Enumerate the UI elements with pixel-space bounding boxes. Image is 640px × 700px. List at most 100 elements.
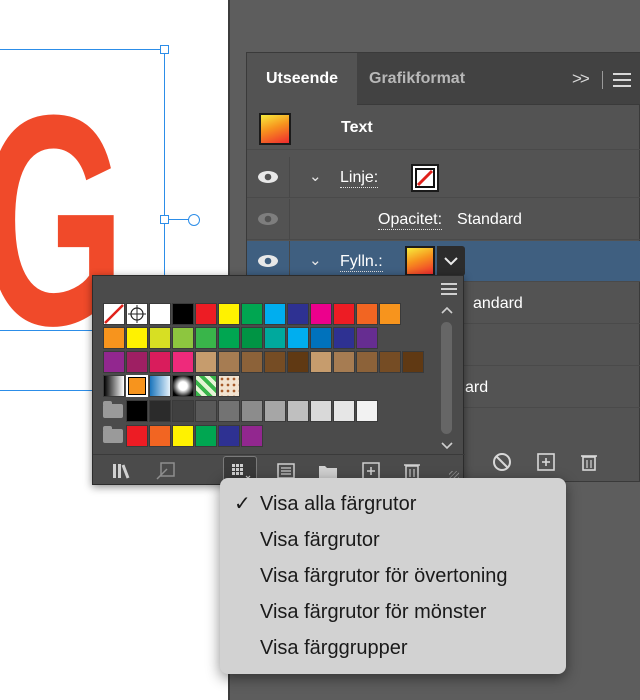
color-swatch[interactable] [126,327,148,349]
color-swatch[interactable] [149,425,171,447]
appearance-header-row[interactable]: Text [247,106,640,150]
color-swatch[interactable] [264,351,286,373]
color-swatch[interactable] [195,400,217,422]
menu-item-show-color-groups[interactable]: Visa färggrupper [220,630,566,666]
no-symbol-icon[interactable] [491,451,513,473]
color-swatch[interactable] [356,351,378,373]
list-view-icon[interactable] [441,283,457,298]
menu-item-show-all-swatches[interactable]: ✓ Visa alla färgrutor [220,486,566,522]
color-swatch[interactable] [218,400,240,422]
place-swatches-icon[interactable] [155,461,177,481]
color-swatch[interactable] [264,327,286,349]
color-swatch[interactable] [149,327,171,349]
add-new-icon[interactable] [535,451,557,473]
chevron-down-icon[interactable]: ⌄ [309,251,322,269]
color-swatch[interactable] [241,425,263,447]
color-swatch[interactable] [103,327,125,349]
eye-icon[interactable] [257,167,279,187]
color-swatch[interactable] [310,303,332,325]
color-swatch[interactable] [333,351,355,373]
color-swatch[interactable] [172,303,194,325]
scrollbar-thumb[interactable] [441,322,452,434]
color-swatch[interactable] [195,303,217,325]
swatch-gradient-bw[interactable] [103,375,125,397]
color-swatch[interactable] [287,327,309,349]
color-swatch[interactable] [241,400,263,422]
color-swatch[interactable] [126,425,148,447]
color-swatch[interactable] [218,303,240,325]
color-swatch[interactable] [310,351,332,373]
text-out-port[interactable] [188,214,200,226]
menu-item-show-color-swatches[interactable]: Visa färgrutor [220,522,566,558]
color-swatch[interactable] [287,303,309,325]
folder-icon[interactable] [103,401,123,418]
color-swatch[interactable] [172,425,194,447]
stroke-opacity-row[interactable]: Opacitet: Standard [247,199,640,240]
fill-swatch-dropdown[interactable] [437,246,465,276]
swatch-gradient-orange[interactable] [126,375,148,397]
color-swatch[interactable] [126,351,148,373]
stroke-row[interactable]: ⌄ Linje: [247,157,640,198]
color-swatch[interactable] [218,327,240,349]
hamburger-icon[interactable] [613,73,631,91]
color-swatch[interactable] [126,400,148,422]
color-swatch[interactable] [333,327,355,349]
tab-appearance[interactable]: Utseende [247,53,357,105]
swatch-scrollbar[interactable] [438,304,456,456]
fill-label[interactable]: Fylln.: [340,253,383,272]
color-swatch[interactable] [172,327,194,349]
stroke-label[interactable]: Linje: [340,169,379,188]
color-swatch[interactable] [379,303,401,325]
color-swatch[interactable] [310,400,332,422]
selection-handle-top-right[interactable] [160,45,169,54]
color-swatch[interactable] [264,400,286,422]
menu-item-show-pattern-swatches[interactable]: Visa färgrutor för mönster [220,594,566,630]
swatch-registration[interactable] [126,303,148,325]
eye-icon-dimmed[interactable] [257,209,279,229]
color-swatch[interactable] [333,400,355,422]
swatch-gradient-radial[interactable] [172,375,194,397]
color-swatch[interactable] [379,351,401,373]
trash-icon[interactable] [578,451,600,473]
color-swatch[interactable] [103,351,125,373]
color-swatch[interactable] [172,400,194,422]
scroll-up-icon[interactable] [440,304,454,318]
selection-handle-mid-right[interactable] [160,215,169,224]
swatch-gradient-blue[interactable] [149,375,171,397]
color-swatch[interactable] [195,327,217,349]
color-swatch[interactable] [333,303,355,325]
swatch-pattern-dots[interactable] [218,375,240,397]
fill-swatch[interactable] [405,246,435,276]
swatch-none[interactable] [103,303,125,325]
color-swatch[interactable] [310,327,332,349]
color-swatch[interactable] [287,351,309,373]
color-swatch[interactable] [241,303,263,325]
color-swatch[interactable] [218,425,240,447]
opacity-label[interactable]: Opacitet: [378,211,443,230]
swatch-libraries-icon[interactable] [111,461,133,481]
scroll-down-icon[interactable] [440,440,454,454]
stroke-swatch[interactable] [411,164,439,192]
color-swatch[interactable] [149,303,171,325]
chevron-down-icon[interactable]: ⌄ [309,167,322,185]
color-swatch[interactable] [149,351,171,373]
color-swatch[interactable] [218,351,240,373]
color-swatch[interactable] [356,303,378,325]
color-swatch[interactable] [195,351,217,373]
menu-item-show-gradient-swatches[interactable]: Visa färgrutor för övertoning [220,558,566,594]
color-swatch[interactable] [241,327,263,349]
color-swatch[interactable] [402,351,424,373]
double-chevron-right-icon[interactable]: >> [572,69,590,89]
color-swatch[interactable] [195,425,217,447]
color-swatch[interactable] [264,303,286,325]
eye-icon[interactable] [257,251,279,271]
color-swatch[interactable] [356,400,378,422]
color-swatch[interactable] [149,400,171,422]
tab-graphic-styles[interactable]: Grafikformat [369,53,465,105]
color-swatch[interactable] [241,351,263,373]
folder-icon[interactable] [103,426,123,443]
color-swatch[interactable] [356,327,378,349]
swatch-pattern-leaves[interactable] [195,375,217,397]
color-swatch[interactable] [172,351,194,373]
color-swatch[interactable] [287,400,309,422]
